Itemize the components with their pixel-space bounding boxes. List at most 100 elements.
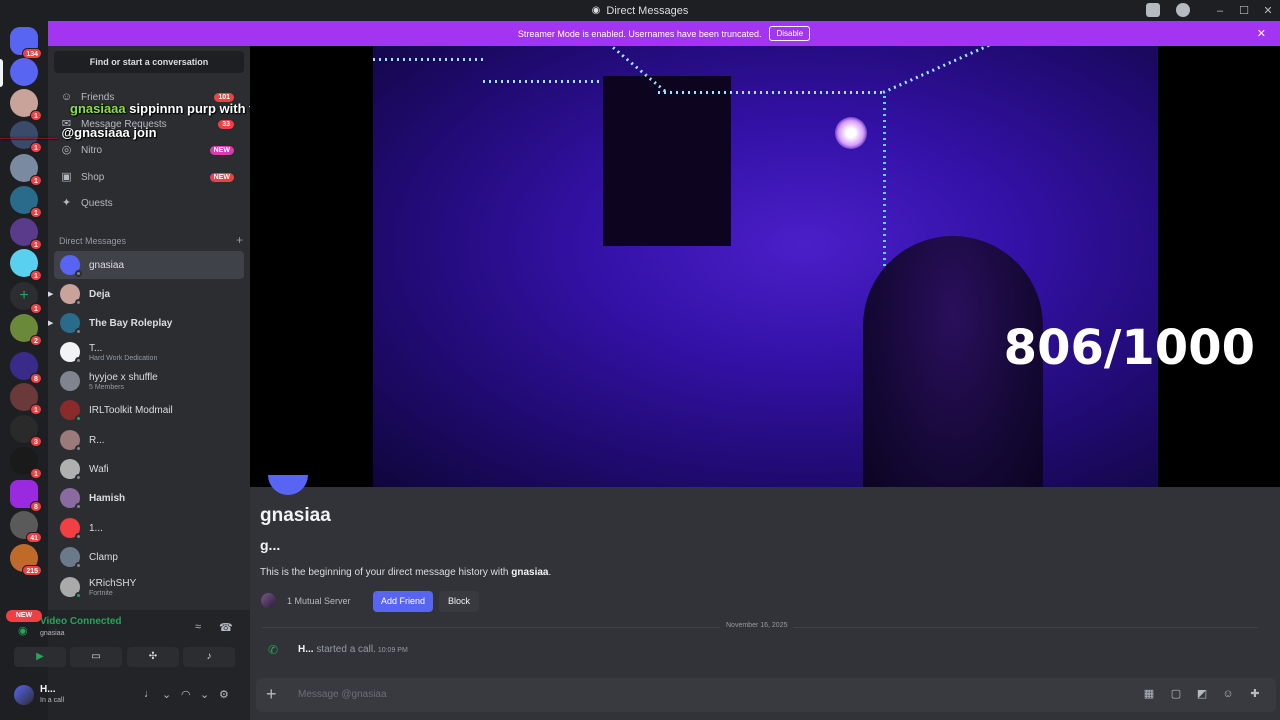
- server-icon[interactable]: 1: [10, 186, 42, 218]
- soundboard-button[interactable]: ♪: [183, 647, 235, 667]
- dm-item[interactable]: IRLToolkit Modmail: [54, 396, 244, 424]
- dm-item[interactable]: Hamish: [54, 484, 244, 512]
- unread-arrow-icon: ▶: [48, 291, 54, 298]
- nav-quests[interactable]: ✦ Quests: [54, 191, 244, 215]
- server-icon[interactable]: [10, 58, 38, 86]
- avatar: [60, 430, 82, 452]
- voice-status[interactable]: Video Connected: [40, 616, 122, 627]
- add-friend-button[interactable]: Add Friend: [373, 591, 433, 612]
- active-server-pill: [0, 59, 3, 87]
- signal-icon[interactable]: ◉: [18, 624, 28, 637]
- phone-icon: ✆: [268, 643, 279, 657]
- message-requests-badge: 33: [218, 119, 234, 129]
- sticker-icon[interactable]: ◩: [1196, 688, 1208, 700]
- minimize-button[interactable]: –: [1208, 5, 1232, 17]
- new-servers-badge[interactable]: NEW: [6, 610, 42, 622]
- noise-suppression-icon[interactable]: ≈: [195, 621, 201, 633]
- quests-icon: ✦: [61, 196, 72, 209]
- server-icon[interactable]: 8: [10, 352, 42, 384]
- create-dm-plus-icon[interactable]: +: [236, 234, 243, 246]
- voice-channel: gnasiaa: [40, 630, 65, 637]
- chevron-down-icon[interactable]: ⌄: [200, 688, 209, 701]
- headphones-icon[interactable]: ◠: [181, 688, 191, 701]
- user-name: H...: [40, 684, 56, 695]
- avatar: [60, 488, 82, 510]
- gift-icon[interactable]: ▦: [1143, 688, 1155, 700]
- dm-item[interactable]: Clamp: [54, 543, 244, 571]
- avatar: [60, 342, 82, 364]
- upload-plus-icon[interactable]: +: [266, 684, 277, 705]
- screenshare-button[interactable]: ▭: [70, 647, 122, 667]
- message-input[interactable]: Message @gnasiaa: [298, 689, 387, 700]
- find-conversation-button[interactable]: Find or start a conversation: [54, 51, 244, 73]
- dm-header: Direct Messages +: [59, 233, 243, 247]
- unread-arrow-icon: ▶: [48, 320, 54, 327]
- server-icon[interactable]: 41: [10, 511, 42, 543]
- dm-item[interactable]: R...: [54, 426, 244, 454]
- stream-room-scene: [373, 46, 1158, 487]
- chevron-down-icon[interactable]: ⌄: [162, 688, 171, 701]
- home-button[interactable]: 134: [10, 27, 42, 59]
- dm-item[interactable]: Wafi: [54, 455, 244, 483]
- settings-gear-icon[interactable]: ⚙: [219, 688, 229, 701]
- dm-item[interactable]: hyyjoe x shuffle 5 Members: [54, 367, 244, 395]
- add-server-icon[interactable]: +1: [10, 282, 42, 314]
- dm-item[interactable]: T... Hard Work Dedication: [54, 338, 244, 366]
- server-icon[interactable]: 1: [10, 249, 42, 281]
- microphone-icon[interactable]: ♩: [144, 688, 155, 700]
- apps-icon[interactable]: ✚: [1249, 688, 1261, 700]
- message-composer[interactable]: [256, 678, 1276, 712]
- avatar: [60, 400, 82, 422]
- server-icon[interactable]: 1: [10, 383, 42, 415]
- stream-led-strip: [373, 58, 483, 61]
- dm-item[interactable]: ▶ Deja: [48, 280, 244, 308]
- call-message: H... started a call. 10:09 PM: [298, 644, 408, 655]
- dm-item[interactable]: gnasiaa: [54, 251, 244, 279]
- server-icon[interactable]: 2: [10, 314, 42, 346]
- server-icon[interactable]: 1: [10, 89, 42, 121]
- stream-led-strip: [658, 91, 883, 94]
- nav-nitro[interactable]: ◎ Nitro NEW: [54, 138, 244, 162]
- goal-counter: 806/1000: [1003, 320, 1255, 376]
- close-window-button[interactable]: ✕: [1256, 4, 1280, 17]
- discord-logo-icon: ◉: [591, 5, 601, 16]
- window-controls: – ☐ ✕: [1208, 0, 1280, 21]
- avatar[interactable]: [14, 685, 34, 705]
- help-icon[interactable]: [1176, 3, 1190, 17]
- emoji-icon[interactable]: ☺: [1222, 688, 1234, 700]
- window-title: ◉ Direct Messages: [591, 4, 689, 17]
- dm-item[interactable]: KRichSHY Fortnite: [54, 573, 244, 601]
- server-icon[interactable]: 215: [10, 544, 42, 576]
- server-icon[interactable]: 1: [10, 218, 42, 250]
- date-label: November 16, 2025: [720, 622, 794, 629]
- nitro-icon: ◎: [61, 143, 72, 156]
- dm-item[interactable]: 1...: [54, 514, 244, 542]
- close-icon[interactable]: ✕: [1257, 27, 1266, 40]
- avatar: [60, 255, 82, 277]
- mutual-server-icon[interactable]: [261, 593, 276, 608]
- mutual-servers-link[interactable]: 1 Mutual Server: [287, 596, 351, 606]
- video-button[interactable]: ▶: [14, 647, 66, 667]
- disable-streamer-mode-button[interactable]: Disable: [769, 26, 811, 41]
- profile-handle: g...: [260, 537, 281, 553]
- avatar: [60, 284, 82, 306]
- server-icon[interactable]: 3: [10, 415, 42, 447]
- server-icon[interactable]: 1: [10, 447, 42, 479]
- video-stream[interactable]: 806/1000: [250, 46, 1280, 487]
- stream-tv: [603, 76, 731, 246]
- maximize-button[interactable]: ☐: [1232, 4, 1256, 17]
- dm-item[interactable]: ▶ The Bay Roleplay: [48, 309, 244, 337]
- inbox-icon[interactable]: [1146, 3, 1160, 17]
- nitro-badge: NEW: [209, 145, 234, 155]
- server-icon[interactable]: 8: [10, 480, 42, 512]
- streamer-mode-banner: Streamer Mode is enabled. Usernames have…: [48, 21, 1280, 46]
- activities-button[interactable]: ✣: [127, 647, 179, 667]
- overlay-chat-line: ________ @gnasiaaa join: [0, 125, 157, 140]
- nav-shop[interactable]: ▣ Shop NEW: [54, 165, 244, 189]
- server-icon[interactable]: 1: [10, 154, 42, 186]
- gif-icon[interactable]: ▢: [1170, 688, 1182, 700]
- avatar: [60, 547, 82, 569]
- disconnect-icon[interactable]: ☎: [219, 621, 233, 634]
- block-button[interactable]: Block: [439, 591, 479, 612]
- shop-badge: NEW: [209, 172, 234, 182]
